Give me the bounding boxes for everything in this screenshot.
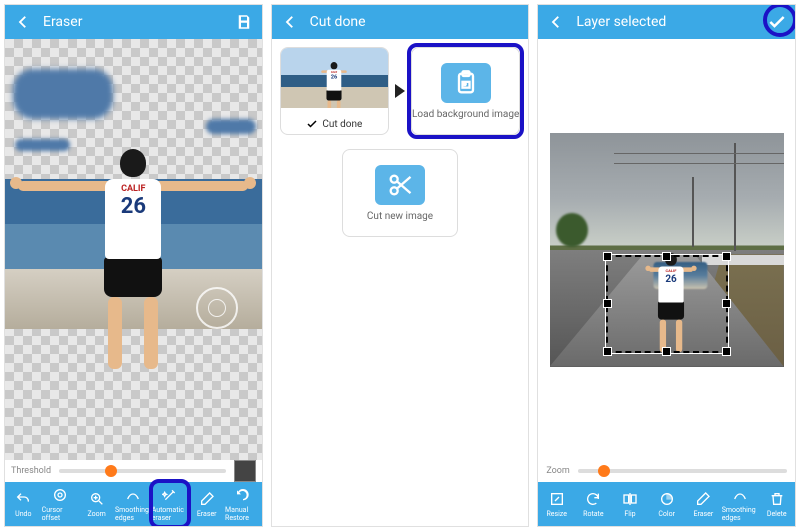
arrow-right-icon <box>395 84 405 98</box>
tool-label: Color <box>658 510 675 518</box>
smoothing-icon <box>731 486 749 504</box>
resize-handle[interactable] <box>662 252 671 261</box>
back-icon[interactable] <box>13 12 33 32</box>
cut-thumbnail: CALIF26 <box>281 48 388 108</box>
resize-icon <box>548 490 566 508</box>
tool-label: Manual Restore <box>225 506 262 522</box>
tool-flip[interactable]: Flip <box>612 482 649 526</box>
back-icon[interactable] <box>546 12 566 32</box>
resize-handle[interactable] <box>603 347 612 356</box>
preview-thumbnail[interactable] <box>234 460 256 482</box>
cursor-target-icon <box>196 287 238 329</box>
cursor-offset-icon <box>51 486 69 504</box>
canvas[interactable]: CALIF26 <box>538 39 795 460</box>
tool-eraser[interactable]: Eraser <box>685 482 722 526</box>
scissors-icon <box>375 165 425 205</box>
resize-handle[interactable] <box>722 347 731 356</box>
topbar: Cut done <box>272 5 529 39</box>
panel-layer-selected: Layer selected CALIF26 <box>537 4 796 527</box>
bottom-toolbar: Resize Rotate Flip Color Eraser Smoothin… <box>538 482 795 526</box>
tool-resize[interactable]: Resize <box>538 482 575 526</box>
selection-box[interactable] <box>606 255 728 353</box>
tool-label: Eraser <box>197 510 217 518</box>
eraser-icon <box>694 490 712 508</box>
tool-label: Resize <box>546 510 566 518</box>
canvas[interactable]: CALIF 26 <box>5 39 262 460</box>
cut-done-label: Cut done <box>322 119 362 130</box>
topbar: Layer selected <box>538 5 795 39</box>
tool-cursor-offset[interactable]: Cursor offset <box>42 482 79 526</box>
tool-label: Delete <box>767 510 787 518</box>
tool-label: Zoom <box>88 510 106 518</box>
tool-label: Eraser <box>694 510 714 518</box>
panel-eraser: Eraser CALIF 26 <box>4 4 263 527</box>
cut-done-label-row: Cut done <box>302 114 366 134</box>
edited-photo: CALIF 26 <box>5 39 262 460</box>
jersey-number: 26 <box>105 195 161 219</box>
tool-undo[interactable]: Undo <box>5 482 42 526</box>
smoothing-icon <box>124 486 142 504</box>
tool-label: Smoothing edges <box>722 506 759 522</box>
flip-icon <box>621 490 639 508</box>
topbar-title: Layer selected <box>576 14 757 30</box>
resize-handle[interactable] <box>603 299 612 308</box>
tutorial-highlight <box>149 479 192 527</box>
tool-label: Cursor offset <box>42 506 79 522</box>
tool-rotate[interactable]: Rotate <box>575 482 612 526</box>
tool-smoothing-edges[interactable]: Smoothing edges <box>722 482 759 526</box>
cut-done-card[interactable]: CALIF26 Cut done <box>280 47 389 135</box>
check-icon <box>306 118 318 130</box>
undo-icon <box>14 490 32 508</box>
load-background-card[interactable]: Load background image <box>411 47 520 135</box>
zoom-row: Zoom <box>538 460 795 482</box>
back-icon[interactable] <box>280 12 300 32</box>
cut-new-image-card[interactable]: Cut new image <box>342 149 458 237</box>
tool-delete[interactable]: Delete <box>758 482 795 526</box>
zoom-slider[interactable] <box>578 469 787 473</box>
tool-color[interactable]: Color <box>648 482 685 526</box>
resize-handle[interactable] <box>662 347 671 356</box>
topbar: Eraser <box>5 5 262 39</box>
panel-cut-done: Cut done CALIF26 Cut done <box>271 4 530 527</box>
tool-manual-restore[interactable]: Manual Restore <box>225 482 262 526</box>
top-row: CALIF26 Cut done Load backg <box>280 47 521 135</box>
rotate-icon <box>584 490 602 508</box>
resize-handle[interactable] <box>722 299 731 308</box>
threshold-slider[interactable] <box>59 469 226 473</box>
threshold-row: Threshold <box>5 460 262 482</box>
threshold-label: Threshold <box>11 466 51 476</box>
eraser-icon <box>198 490 216 508</box>
save-icon[interactable] <box>234 12 254 32</box>
content: CALIF26 Cut done Load backg <box>272 39 529 526</box>
subject-person: CALIF 26 <box>38 149 228 399</box>
tool-label: Smoothing edges <box>115 506 152 522</box>
zoom-label: Zoom <box>546 466 569 476</box>
resize-handle[interactable] <box>603 252 612 261</box>
tool-label: Undo <box>15 510 31 518</box>
tutorial-highlight <box>763 4 796 37</box>
tutorial-highlight <box>407 43 524 139</box>
trash-icon <box>768 490 786 508</box>
three-panel-tutorial: Eraser CALIF 26 <box>0 0 800 531</box>
tool-label: Rotate <box>583 510 603 518</box>
cut-new-label: Cut new image <box>367 211 433 222</box>
zoom-icon <box>88 490 106 508</box>
topbar-title: Eraser <box>43 14 224 30</box>
bottom-row: Cut new image <box>342 149 458 237</box>
content: CALIF26 <box>538 39 795 482</box>
composite-photo: CALIF26 <box>550 133 784 367</box>
bottom-toolbar: Undo Cursor offset Zoom Smoothing edges … <box>5 482 262 526</box>
tool-zoom[interactable]: Zoom <box>78 482 115 526</box>
color-icon <box>658 490 676 508</box>
tool-eraser[interactable]: Eraser <box>188 482 225 526</box>
restore-icon <box>234 486 252 504</box>
resize-handle[interactable] <box>722 252 731 261</box>
tool-automatic-eraser[interactable]: Automatic eraser <box>152 482 189 526</box>
topbar-title: Cut done <box>310 14 521 30</box>
tool-smoothing-edges[interactable]: Smoothing edges <box>115 482 152 526</box>
tool-label: Flip <box>624 510 635 518</box>
